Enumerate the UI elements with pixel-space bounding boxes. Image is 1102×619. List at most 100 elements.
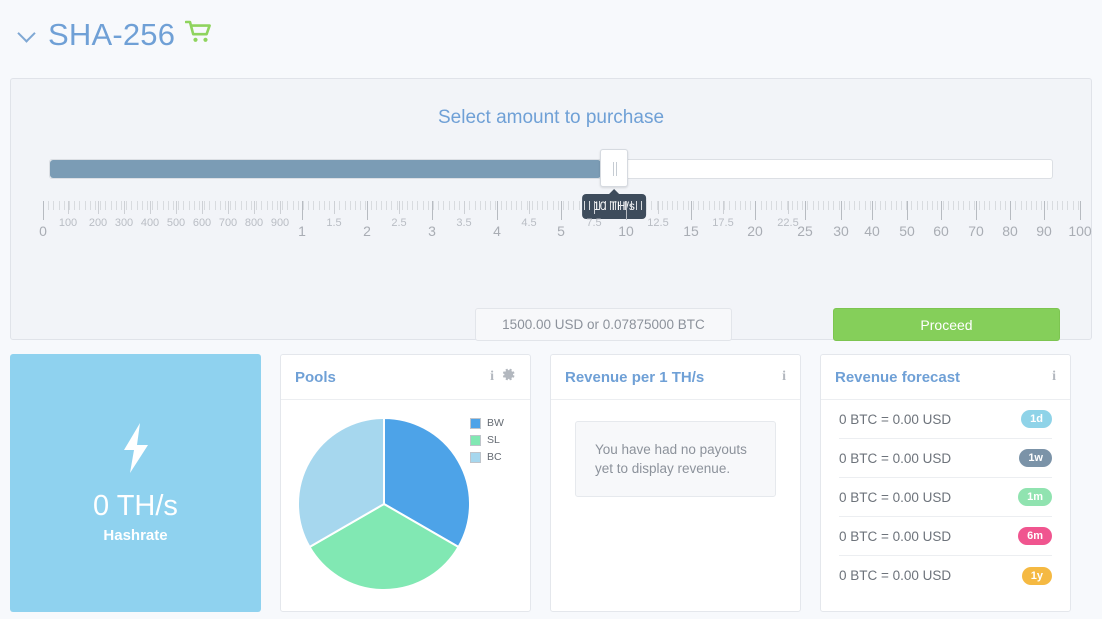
ruler-tick — [729, 201, 731, 210]
ruler-tick — [1051, 201, 1053, 210]
legend-item[interactable]: BW — [470, 417, 504, 429]
proceed-button[interactable]: Proceed — [833, 308, 1060, 341]
legend-label: SL — [487, 434, 500, 446]
legend-item[interactable]: BC — [470, 451, 504, 463]
ruler-tick — [261, 201, 263, 210]
chevron-down-icon[interactable] — [18, 24, 38, 44]
info-icon[interactable]: i — [490, 370, 494, 384]
ruler-tick — [375, 201, 377, 210]
ruler-tick — [240, 201, 242, 210]
pools-pie-chart: BW SL BC — [281, 400, 530, 612]
forecast-card-title: Revenue forecast — [835, 368, 961, 386]
ruler-tick — [1031, 201, 1032, 210]
ruler-tick — [812, 201, 814, 210]
ruler-tick — [344, 201, 346, 210]
ruler-tick — [817, 201, 819, 210]
ruler-tick — [927, 201, 928, 210]
ruler-label: 10 — [618, 223, 634, 239]
purchase-action-row: 1500.00 USD or 0.07875000 BTC Proceed — [11, 308, 1091, 343]
ruler-tick — [833, 201, 835, 210]
ruler-tick — [963, 201, 965, 210]
ruler-tick — [521, 201, 523, 210]
ruler-tick — [976, 201, 977, 220]
ruler-tick — [667, 201, 668, 210]
ruler-tick — [750, 201, 752, 210]
ruler-tick — [734, 201, 736, 210]
ruler-tick — [776, 201, 778, 210]
ruler-tick — [360, 201, 362, 210]
ruler-tick — [438, 201, 440, 210]
ruler-tick — [859, 201, 861, 210]
ruler-tick — [755, 201, 756, 220]
ruler-tick — [563, 201, 564, 210]
ruler-tick — [318, 201, 320, 210]
ruler-tick — [942, 201, 944, 210]
ruler-tick — [895, 201, 897, 210]
ruler-tick — [245, 201, 247, 210]
ruler-tick — [339, 201, 341, 210]
ruler-tick — [573, 201, 575, 210]
ruler-tick — [1077, 201, 1079, 210]
ruler-tick — [176, 201, 177, 214]
ruler-tick — [98, 201, 99, 214]
ruler-tick — [505, 201, 507, 210]
amount-slider[interactable]: 10 TH/s — [49, 149, 1053, 219]
ruler-tick — [805, 201, 806, 220]
pools-card-header: Pools i — [281, 355, 530, 400]
ruler-tick — [841, 201, 842, 220]
forecast-value: 0 BTC = 0.00 USD — [839, 528, 952, 544]
shopping-cart-icon[interactable] — [184, 20, 213, 49]
ruler-tick — [1044, 201, 1045, 220]
hashrate-value: 0 TH/s — [93, 489, 178, 522]
ruler-tick — [162, 201, 164, 210]
ruler-tick — [1057, 201, 1058, 210]
ruler-tick — [599, 201, 601, 210]
ruler-tick — [947, 201, 949, 210]
ruler-tick — [401, 201, 403, 210]
legend-label: BC — [487, 451, 502, 463]
slider-handle[interactable] — [600, 149, 628, 187]
ruler-tick — [219, 201, 221, 210]
ruler-tick — [152, 201, 154, 210]
ruler-tick — [453, 201, 455, 210]
ruler-tick — [823, 201, 824, 210]
ruler-tick — [531, 201, 533, 210]
ruler-tick — [589, 201, 590, 210]
ruler-tick — [911, 201, 913, 210]
ruler-label: 3 — [428, 223, 436, 239]
ruler-tick — [723, 201, 724, 214]
forecast-row: 0 BTC = 0.00 USD 1d — [839, 400, 1052, 439]
ruler-tick — [739, 201, 741, 210]
gear-icon[interactable] — [501, 367, 516, 387]
ruler-label: 60 — [933, 223, 949, 239]
ruler-tick — [630, 201, 632, 210]
ruler-tick — [63, 201, 65, 210]
info-icon[interactable]: i — [782, 370, 786, 384]
ruler-tick — [1062, 201, 1064, 210]
ruler-tick — [396, 201, 398, 210]
ruler-tick — [115, 201, 117, 210]
ruler-tick — [297, 201, 299, 210]
ruler-tick — [646, 201, 648, 210]
ruler-tick — [500, 201, 502, 210]
ruler-tick — [698, 201, 700, 210]
forecast-row: 0 BTC = 0.00 USD 6m — [839, 517, 1052, 556]
ruler-tick — [121, 201, 122, 210]
ruler-label: 700 — [218, 217, 238, 229]
ruler-label: 900 — [270, 217, 290, 229]
legend-item[interactable]: SL — [470, 434, 504, 446]
ruler-tick — [838, 201, 840, 210]
ruler-tick — [661, 201, 663, 210]
ruler-label: 3.5 — [456, 217, 472, 229]
ruler-tick — [609, 201, 611, 210]
ruler-tick — [497, 201, 498, 220]
ruler-tick — [479, 201, 481, 210]
ruler-tick — [266, 201, 268, 210]
hashrate-card: 0 TH/s Hashrate — [10, 354, 261, 612]
ruler-tick — [95, 201, 96, 210]
ruler-tick — [516, 201, 518, 210]
ruler-tick — [271, 201, 273, 210]
info-icon[interactable]: i — [1052, 370, 1056, 384]
ruler-tick — [807, 201, 809, 210]
ruler-tick — [188, 201, 190, 210]
